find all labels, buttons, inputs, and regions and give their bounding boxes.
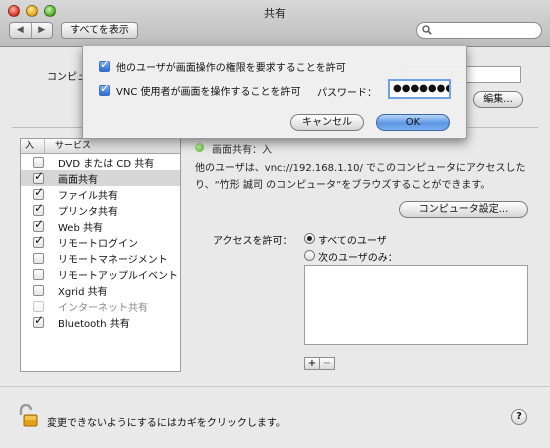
allowed-users-list[interactable] xyxy=(304,265,528,345)
computer-name-label: コンピュ xyxy=(47,72,87,83)
service-checkbox[interactable] xyxy=(33,185,44,200)
back-arrow-icon[interactable]: ◀ xyxy=(10,23,31,38)
service-row[interactable]: インターネット共有 xyxy=(21,298,180,314)
add-user-button[interactable]: + xyxy=(304,357,320,370)
header-service[interactable]: サービス xyxy=(45,139,91,153)
user-list-controls: + − xyxy=(304,357,335,370)
service-checkbox[interactable] xyxy=(33,169,44,184)
service-checkbox[interactable] xyxy=(33,268,44,280)
edit-button[interactable]: 編集... xyxy=(473,91,523,108)
service-row[interactable]: リモートログイン xyxy=(21,233,180,250)
unlocked-padlock-icon[interactable] xyxy=(18,403,38,427)
service-row[interactable]: Bluetooth 共有 xyxy=(21,313,180,330)
service-row[interactable]: Xgrid 共有 xyxy=(21,282,180,298)
show-all-button[interactable]: すべてを表示 xyxy=(61,22,138,39)
vnc-control-row: VNC 使用者が画面を操作することを許可 xyxy=(99,81,300,98)
service-checkbox[interactable] xyxy=(33,313,44,328)
header-on[interactable]: 入 xyxy=(21,139,45,153)
service-checkbox[interactable] xyxy=(33,217,44,232)
service-checkbox[interactable] xyxy=(33,201,44,216)
forward-arrow-icon[interactable]: ▶ xyxy=(30,23,53,38)
only-users-label[interactable]: 次のユーザのみ： xyxy=(318,249,398,264)
lock-instructions: 変更できないようにするにはカギをクリックします。 xyxy=(47,418,286,429)
vnc-control-label[interactable]: VNC 使用者が画面を操作することを許可 xyxy=(116,83,300,98)
access-label: アクセスを許可： xyxy=(213,236,293,247)
all-users-radio[interactable] xyxy=(304,233,315,244)
service-checkbox[interactable] xyxy=(33,300,44,312)
service-label: リモートアップルイベント xyxy=(58,270,178,282)
search-icon xyxy=(422,25,432,39)
search-field[interactable] xyxy=(416,22,542,39)
service-checkbox[interactable] xyxy=(33,156,44,168)
allow-request-row: 他のユーザが画面操作の権限を要求することを許可 xyxy=(99,57,346,74)
cancel-button[interactable]: キャンセル xyxy=(290,114,364,131)
services-table-header: 入 サービス xyxy=(21,139,180,154)
service-row[interactable]: Web 共有 xyxy=(21,217,180,234)
service-label: インターネット共有 xyxy=(58,302,148,314)
services-list: DVD または CD 共有画面共有ファイル共有プリンタ共有 Web 共有リモートロ… xyxy=(21,154,180,330)
service-row[interactable]: プリンタ共有 xyxy=(21,201,180,218)
password-field[interactable]: ●●●●●●●● xyxy=(388,79,451,99)
service-row[interactable]: 画面共有 xyxy=(21,169,180,186)
service-label: Web 共有 xyxy=(58,222,103,234)
all-users-label[interactable]: すべてのユーザ xyxy=(318,232,387,247)
services-table: 入 サービス DVD または CD 共有画面共有ファイル共有プリンタ共有 Web … xyxy=(20,138,181,372)
help-button[interactable]: ? xyxy=(511,409,527,425)
service-label: リモートログイン xyxy=(58,238,138,250)
nav-buttons: ◀ ▶ xyxy=(9,22,53,39)
remove-user-button[interactable]: − xyxy=(319,357,335,370)
service-label: DVD または CD 共有 xyxy=(58,158,155,170)
service-checkbox[interactable] xyxy=(33,233,44,248)
window-title: 共有 xyxy=(264,7,286,20)
footer-divider xyxy=(0,386,550,387)
only-users-radio[interactable] xyxy=(304,250,315,261)
service-label: Bluetooth 共有 xyxy=(58,318,130,330)
service-label: プリンタ共有 xyxy=(58,206,118,218)
password-label: パスワード： xyxy=(317,88,377,99)
computer-settings-button[interactable]: コンピュータ設定... xyxy=(399,201,528,218)
service-info-text: 他のユーザは、vnc://192.168.1.10/ でこのコンピュータにアクセ… xyxy=(195,163,526,191)
allow-request-checkbox[interactable] xyxy=(99,57,110,72)
status-indicator-icon xyxy=(195,143,204,152)
service-status: 画面共有：入 xyxy=(212,145,272,156)
allow-request-label[interactable]: 他のユーザが画面操作の権限を要求することを許可 xyxy=(116,59,346,74)
service-checkbox[interactable] xyxy=(33,284,44,296)
vnc-options-sheet: 他のユーザが画面操作の権限を要求することを許可 VNC 使用者が画面を操作するこ… xyxy=(82,46,467,139)
service-label: ファイル共有 xyxy=(58,190,118,202)
service-row[interactable]: DVD または CD 共有 xyxy=(21,154,180,170)
service-label: Xgrid 共有 xyxy=(58,286,108,298)
service-row[interactable]: ファイル共有 xyxy=(21,185,180,202)
service-row[interactable]: リモートアップルイベント xyxy=(21,266,180,282)
service-label: リモートマネージメント xyxy=(58,254,168,266)
ok-button[interactable]: OK xyxy=(376,114,450,131)
service-row[interactable]: リモートマネージメント xyxy=(21,250,180,266)
title-bar: 共有 ◀ ▶ すべてを表示 xyxy=(0,0,550,47)
service-checkbox[interactable] xyxy=(33,252,44,264)
vnc-control-checkbox[interactable] xyxy=(99,81,110,96)
service-label: 画面共有 xyxy=(58,174,98,186)
